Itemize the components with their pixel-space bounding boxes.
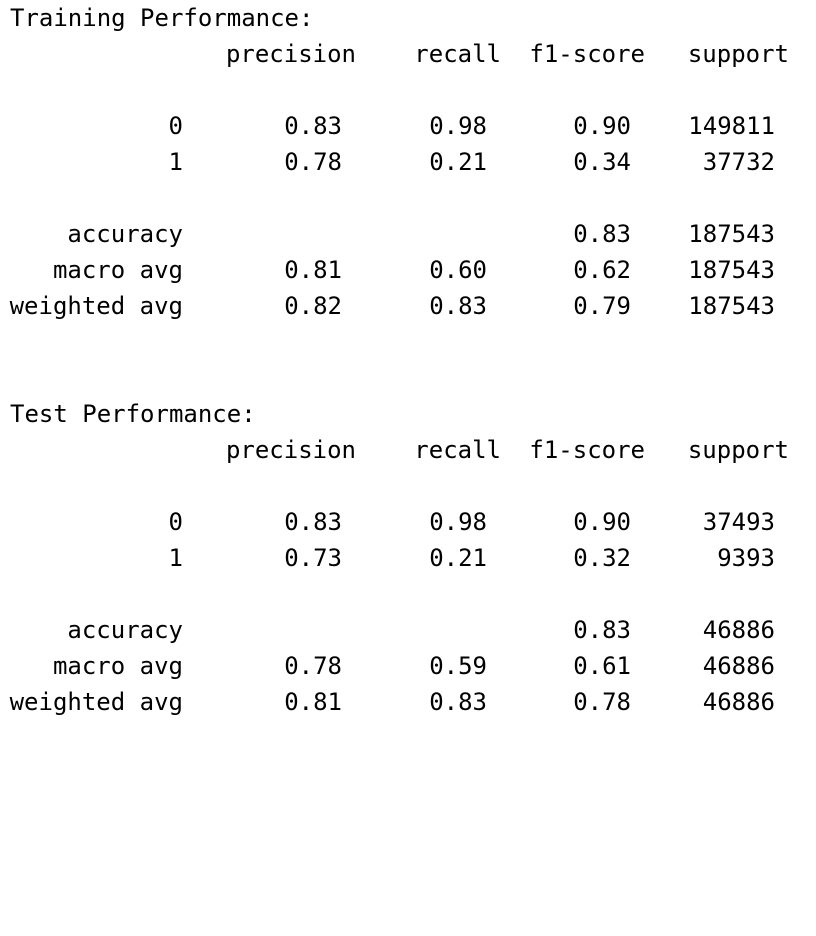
section-title: Training Performance: bbox=[10, 4, 314, 32]
table-row: macro avg 0.78 0.59 0.61 46886 bbox=[10, 648, 810, 684]
recall-value: 0.83 bbox=[429, 688, 487, 716]
recall-value: 0.21 bbox=[429, 148, 487, 176]
f1-value: 0.79 bbox=[573, 292, 631, 320]
header-precision: precision bbox=[225, 40, 356, 68]
header-support: support bbox=[687, 40, 789, 68]
support-value: 46886 bbox=[702, 616, 775, 644]
row-label: macro avg bbox=[52, 256, 183, 284]
support-value: 187543 bbox=[688, 220, 775, 248]
test-title-line: Test Performance: bbox=[10, 396, 810, 432]
training-header-row: precision recall f1-score support bbox=[10, 36, 810, 72]
row-label: macro avg bbox=[52, 652, 183, 680]
support-value: 46886 bbox=[702, 688, 775, 716]
precision-value: 0.81 bbox=[284, 256, 342, 284]
header-recall: recall bbox=[414, 436, 501, 464]
row-label: 0 bbox=[168, 112, 183, 140]
f1-value: 0.90 bbox=[573, 112, 631, 140]
support-value: 37493 bbox=[702, 508, 775, 536]
precision-value: 0.83 bbox=[284, 112, 342, 140]
row-label: 0 bbox=[168, 508, 183, 536]
precision-value: 0.73 bbox=[284, 544, 342, 572]
header-f1-score: f1-score bbox=[529, 436, 645, 464]
precision-value: 0.83 bbox=[284, 508, 342, 536]
f1-value: 0.90 bbox=[573, 508, 631, 536]
table-row: accuracy 0.83 46886 bbox=[10, 612, 810, 648]
table-row: macro avg 0.81 0.60 0.62 187543 bbox=[10, 252, 810, 288]
row-label: weighted avg bbox=[9, 688, 183, 716]
recall-value: 0.83 bbox=[429, 292, 487, 320]
support-value: 187543 bbox=[688, 292, 775, 320]
precision-value: 0.78 bbox=[284, 148, 342, 176]
row-label: accuracy bbox=[67, 220, 183, 248]
table-row: 0 0.83 0.98 0.90 149811 bbox=[10, 108, 810, 144]
table-row: weighted avg 0.82 0.83 0.79 187543 bbox=[10, 288, 810, 324]
console-output: Training Performance: precision recall f… bbox=[10, 0, 810, 720]
support-value: 37732 bbox=[702, 148, 775, 176]
f1-value: 0.62 bbox=[573, 256, 631, 284]
table-row: weighted avg 0.81 0.83 0.78 46886 bbox=[10, 684, 810, 720]
header-f1-score: f1-score bbox=[529, 40, 645, 68]
f1-value: 0.34 bbox=[573, 148, 631, 176]
header-recall: recall bbox=[414, 40, 501, 68]
support-value: 187543 bbox=[688, 256, 775, 284]
recall-value: 0.60 bbox=[429, 256, 487, 284]
recall-value: 0.59 bbox=[429, 652, 487, 680]
f1-value: 0.61 bbox=[573, 652, 631, 680]
row-label: weighted avg bbox=[9, 292, 183, 320]
training-title-line: Training Performance: bbox=[10, 0, 810, 36]
recall-value: 0.21 bbox=[429, 544, 487, 572]
table-row: 1 0.78 0.21 0.34 37732 bbox=[10, 144, 810, 180]
f1-value: 0.78 bbox=[573, 688, 631, 716]
support-value: 9393 bbox=[717, 544, 775, 572]
row-label: 1 bbox=[168, 544, 183, 572]
support-value: 149811 bbox=[688, 112, 775, 140]
precision-value: 0.82 bbox=[284, 292, 342, 320]
table-row: 1 0.73 0.21 0.32 9393 bbox=[10, 540, 810, 576]
support-value: 46886 bbox=[702, 652, 775, 680]
row-label: accuracy bbox=[67, 616, 183, 644]
row-label: 1 bbox=[168, 148, 183, 176]
header-support: support bbox=[687, 436, 789, 464]
table-row: accuracy 0.83 187543 bbox=[10, 216, 810, 252]
section-title: Test Performance: bbox=[10, 400, 256, 428]
recall-value: 0.98 bbox=[429, 112, 487, 140]
f1-value: 0.32 bbox=[573, 544, 631, 572]
precision-value: 0.78 bbox=[284, 652, 342, 680]
table-row: 0 0.83 0.98 0.90 37493 bbox=[10, 504, 810, 540]
recall-value: 0.98 bbox=[429, 508, 487, 536]
f1-value: 0.83 bbox=[573, 616, 631, 644]
f1-value: 0.83 bbox=[573, 220, 631, 248]
test-header-row: precision recall f1-score support bbox=[10, 432, 810, 468]
header-precision: precision bbox=[225, 436, 356, 464]
precision-value: 0.81 bbox=[284, 688, 342, 716]
